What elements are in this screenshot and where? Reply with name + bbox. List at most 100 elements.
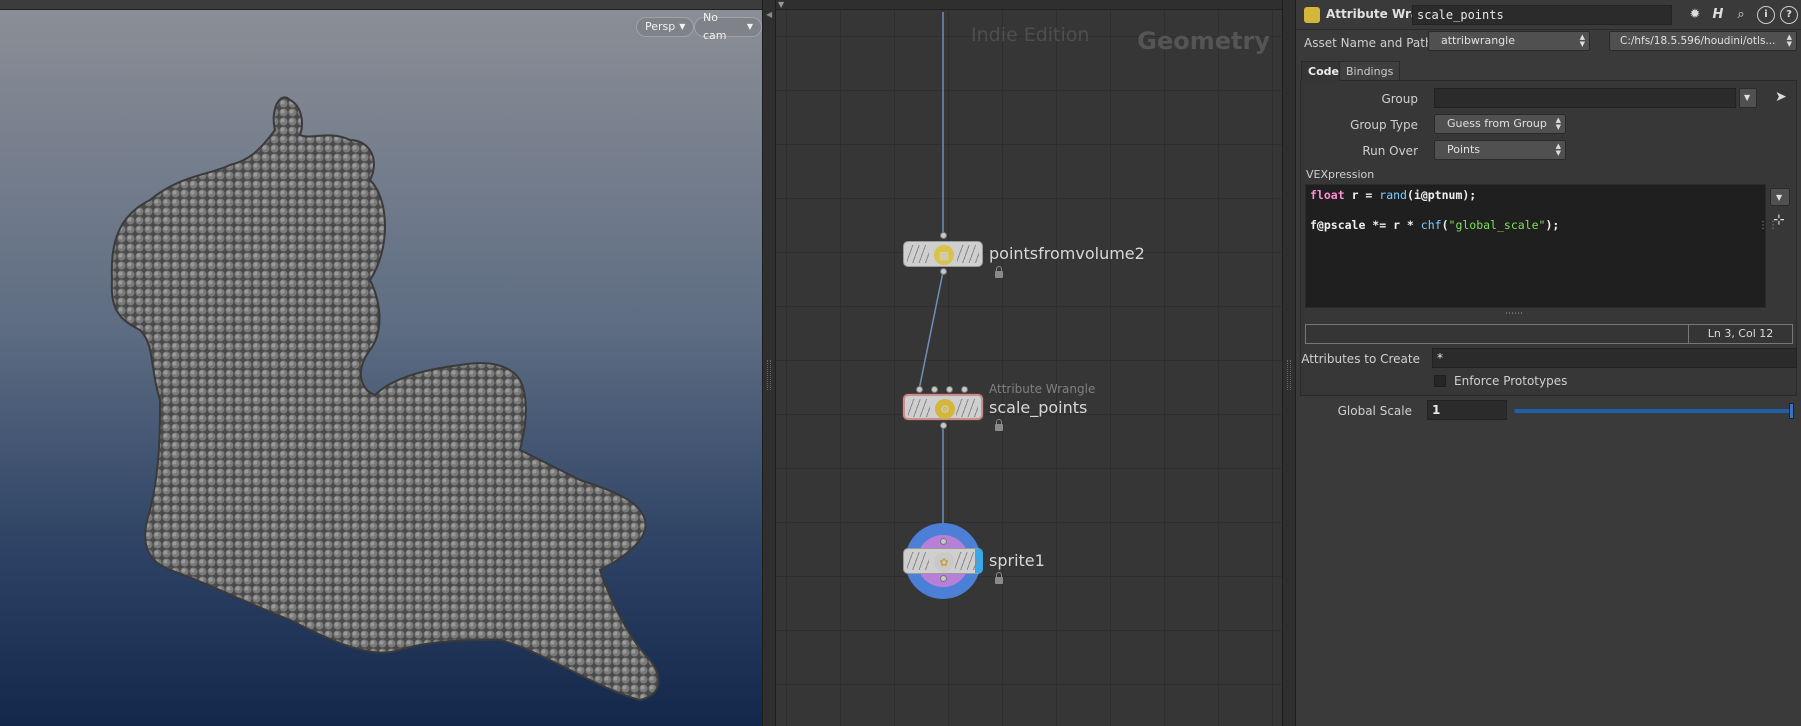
node-type-label: Attribute Wrangle xyxy=(989,382,1096,396)
code-token: r = xyxy=(1351,188,1373,202)
enforce-prototypes-checkbox[interactable] xyxy=(1434,375,1446,387)
spinner-icon: ▲ ▼ xyxy=(1555,142,1561,157)
cam-menu[interactable]: No cam ▼ xyxy=(694,11,762,42)
gear-icon[interactable]: ✹ xyxy=(1686,6,1704,24)
code-keyword: float xyxy=(1310,188,1345,202)
global-scale-slider-fill xyxy=(1514,409,1792,413)
node-name-label[interactable]: scale_points xyxy=(989,398,1087,417)
node-scale-points[interactable]: ⚙ xyxy=(903,394,983,420)
asset-path-value: C:/hfs/18.5.596/houdini/otls... xyxy=(1620,35,1776,47)
node-output-connector[interactable] xyxy=(940,422,947,429)
spinner-icon: ▲ ▼ xyxy=(1786,33,1792,48)
select-arrow-icon[interactable]: ➤ xyxy=(1775,89,1787,105)
vex-code-editor[interactable]: float r = rand(i@ptnum); f@pscale *= r *… xyxy=(1305,184,1766,308)
scene-viewport[interactable]: Persp ▼ No cam ▼ xyxy=(0,0,762,726)
node-hatch xyxy=(957,245,979,263)
global-scale-slider[interactable] xyxy=(1514,409,1792,413)
lock-icon xyxy=(995,572,1003,584)
search-icon[interactable]: ⌕ xyxy=(1732,6,1750,24)
attributes-to-create-label: Attributes to Create xyxy=(1301,352,1420,366)
tab-bindings[interactable]: Bindings xyxy=(1339,61,1401,81)
group-type-menu[interactable]: Guess from Group ▲ ▼ xyxy=(1434,114,1566,134)
spinner-icon: ▲ ▼ xyxy=(1555,116,1561,131)
node-pointsfromvolume2[interactable]: ▦ xyxy=(903,241,983,267)
group-type-label: Group Type xyxy=(1350,118,1418,132)
wrangle-icon xyxy=(1304,7,1320,23)
node-output-connector[interactable] xyxy=(940,575,947,582)
node-name-label[interactable]: sprite1 xyxy=(989,551,1045,570)
code-function: rand xyxy=(1379,188,1407,202)
camera-menu-label: Persp xyxy=(645,20,676,33)
parameter-header: Attribute Wrangle scale_points ✹ H ⌕ i ? xyxy=(1296,0,1801,30)
code-menu-button[interactable]: ▼ xyxy=(1770,188,1790,206)
global-scale-field[interactable]: 1 xyxy=(1427,400,1507,420)
node-output-connector[interactable] xyxy=(940,268,947,275)
wrangle-icon: ⚙ xyxy=(935,399,955,419)
splitter-grip[interactable] xyxy=(767,360,771,390)
group-dropdown[interactable]: ▼ xyxy=(1739,88,1757,108)
node-name-label[interactable]: pointsfromvolume2 xyxy=(989,244,1145,263)
collapse-arrow-icon[interactable]: ◀ xyxy=(766,10,772,19)
network-editor[interactable]: ▼ Indie Edition Geometry ▦ pointsfromvol… xyxy=(776,0,1282,726)
code-line-3: f@pscale *= r * chf("global_scale"); xyxy=(1310,218,1761,233)
point-cloud-model xyxy=(110,96,660,702)
chevron-down-icon: ▼ xyxy=(1776,193,1783,202)
node-hatch xyxy=(907,245,929,263)
node-input-connector[interactable] xyxy=(940,538,947,545)
pane-splitter-right[interactable] xyxy=(1282,0,1296,726)
node-sprite1[interactable]: ✿ xyxy=(903,548,983,574)
cursor-position: Ln 3, Col 12 xyxy=(1688,325,1792,343)
global-scale-slider-handle[interactable] xyxy=(1789,403,1794,419)
run-over-menu[interactable]: Points ▲ ▼ xyxy=(1434,140,1566,160)
asset-name-label: Asset Name and Path xyxy=(1304,36,1433,50)
code-token: f@pscale *= r * xyxy=(1310,218,1414,232)
help-icon[interactable]: ? xyxy=(1780,6,1798,24)
node-input-connector[interactable] xyxy=(940,232,947,239)
node-hatch xyxy=(955,552,977,570)
code-function: chf xyxy=(1420,218,1442,232)
global-scale-label: Global Scale xyxy=(1337,404,1412,418)
lock-icon xyxy=(995,419,1003,431)
chevron-down-icon: ▼ xyxy=(1744,93,1751,102)
run-over-label: Run Over xyxy=(1362,144,1418,158)
asset-name-menu[interactable]: attribwrangle ▲ ▼ xyxy=(1428,31,1590,51)
spinner-icon: ▲ ▼ xyxy=(1579,33,1585,48)
cam-menu-label: No cam xyxy=(703,11,727,42)
splitter-grip[interactable] xyxy=(1287,360,1291,390)
node-input-connector[interactable] xyxy=(946,386,953,393)
node-input-connector[interactable] xyxy=(931,386,938,393)
code-status-bar: Ln 3, Col 12 xyxy=(1305,324,1793,344)
pane-splitter-left[interactable]: ◀ xyxy=(762,0,776,726)
node-hatch xyxy=(907,552,929,570)
code-token: ( xyxy=(1441,218,1449,232)
group-label: Group xyxy=(1381,92,1418,106)
code-token: ); xyxy=(1545,218,1560,232)
code-token: (i@ptnum); xyxy=(1406,188,1477,202)
attributes-to-create-field[interactable]: * xyxy=(1432,348,1797,368)
chevron-down-icon: ▼ xyxy=(679,22,686,31)
resize-grip-icon[interactable]: ⋯⋯ xyxy=(1505,309,1523,319)
group-field[interactable] xyxy=(1434,88,1736,108)
lock-icon xyxy=(995,266,1003,278)
sprite-icon: ✿ xyxy=(934,552,954,572)
vexpression-label: VEXpression xyxy=(1306,168,1375,181)
chevron-down-icon: ▼ xyxy=(746,22,753,31)
node-hatch xyxy=(956,399,978,417)
asset-name-value: attribwrangle xyxy=(1441,34,1515,47)
node-input-connector[interactable] xyxy=(916,386,923,393)
code-string: "global_scale" xyxy=(1448,218,1546,232)
scroll-grip-icon[interactable]: ⋮⋮ xyxy=(1758,220,1778,231)
node-wires xyxy=(918,12,944,540)
help-h-icon[interactable]: H xyxy=(1709,6,1727,24)
info-icon[interactable]: i xyxy=(1757,6,1775,24)
node-input-connector[interactable] xyxy=(961,386,968,393)
camera-menu[interactable]: Persp ▼ xyxy=(636,17,695,37)
parameter-pane: Attribute Wrangle scale_points ✹ H ⌕ i ?… xyxy=(1296,0,1801,726)
points-icon: ▦ xyxy=(934,245,954,265)
asset-path-menu[interactable]: C:/hfs/18.5.596/houdini/otls... ▲ ▼ xyxy=(1609,31,1797,51)
node-name-field[interactable]: scale_points xyxy=(1412,5,1672,25)
code-line-1: float r = rand(i@ptnum); xyxy=(1310,188,1761,203)
run-over-value: Points xyxy=(1447,143,1481,156)
enforce-prototypes-label: Enforce Prototypes xyxy=(1454,374,1568,388)
